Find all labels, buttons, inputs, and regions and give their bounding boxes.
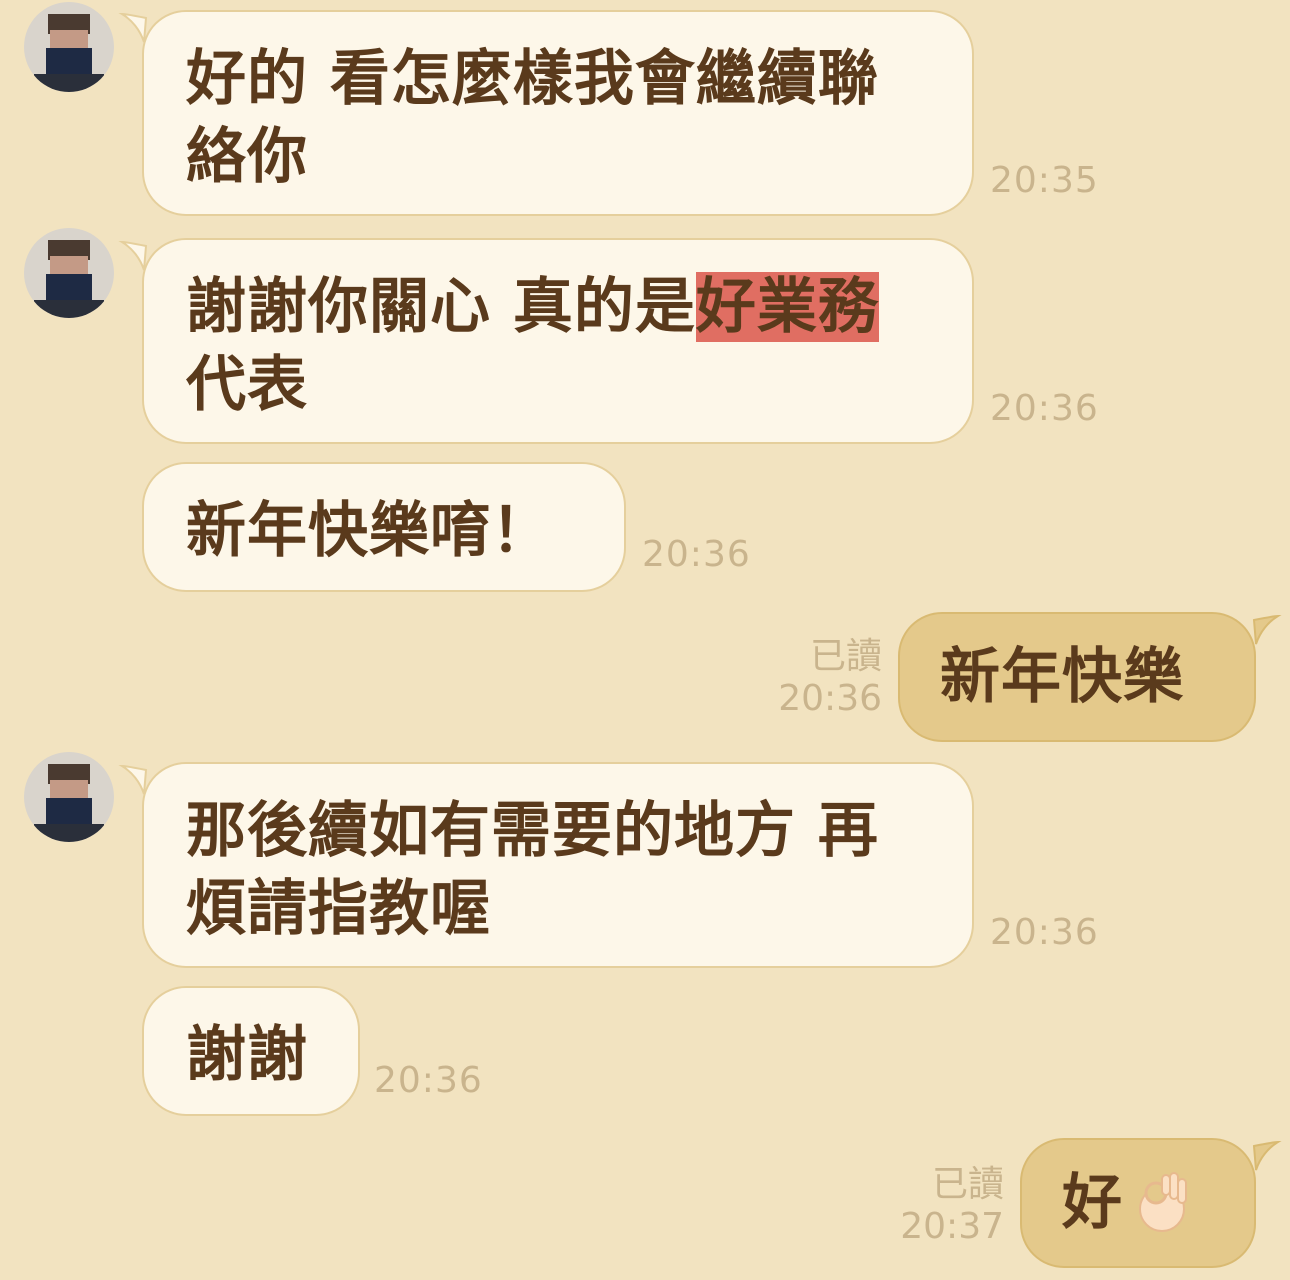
message-text: 謝謝你關心 真的是 (186, 272, 696, 342)
message-timestamp: 20:36 (778, 678, 882, 719)
message-text: 好 (1062, 1168, 1123, 1238)
message-timestamp: 20:36 (642, 534, 751, 575)
message-text: 新年快樂唷！ (186, 496, 552, 566)
ok-hand-icon (1139, 1172, 1187, 1233)
bubble-tail (118, 240, 148, 271)
bubble-tail (118, 764, 148, 795)
read-status: 已讀 (809, 636, 882, 677)
message-timestamp: 20:37 (900, 1206, 1004, 1247)
message-text: 代表 (186, 350, 308, 420)
read-receipt: 已讀 20:37 (860, 1164, 1004, 1248)
message-text: 那後續如有需要的地方 再 (186, 796, 879, 866)
message-text: 新年快樂 (940, 642, 1184, 712)
message-text: 絡你 (186, 122, 308, 192)
message-timestamp: 20:35 (990, 160, 1099, 201)
read-receipt: 已讀 20:36 (740, 636, 882, 720)
avatar[interactable] (24, 752, 114, 842)
avatar[interactable] (24, 2, 114, 92)
message-bubble-incoming[interactable]: 謝謝 (142, 986, 360, 1116)
avatar[interactable] (24, 228, 114, 318)
bubble-tail (1252, 1140, 1282, 1171)
message-bubble-outgoing[interactable]: 新年快樂 (898, 612, 1282, 742)
bubble-tail (1252, 614, 1282, 645)
message-bubble-outgoing[interactable]: 好 (1020, 1138, 1282, 1268)
read-status: 已讀 (931, 1164, 1004, 1205)
message-bubble-incoming[interactable]: 好的 看怎麼樣我會繼續聯 絡你 (118, 10, 974, 216)
message-bubble-incoming[interactable]: 新年快樂唷！ (142, 462, 626, 592)
message-text: 煩請指教喔 (186, 874, 491, 944)
message-text: 好的 看怎麼樣我會繼續聯 (186, 44, 879, 114)
message-timestamp: 20:36 (990, 388, 1099, 429)
message-text: 謝謝 (186, 1020, 308, 1090)
highlighted-text: 好業務 (695, 272, 879, 342)
message-timestamp: 20:36 (374, 1060, 483, 1101)
message-bubble-incoming[interactable]: 謝謝你關心 真的是好業務 代表 (118, 238, 974, 444)
message-timestamp: 20:36 (990, 912, 1099, 953)
bubble-tail (118, 12, 148, 43)
message-bubble-incoming[interactable]: 那後續如有需要的地方 再 煩請指教喔 (118, 762, 974, 968)
